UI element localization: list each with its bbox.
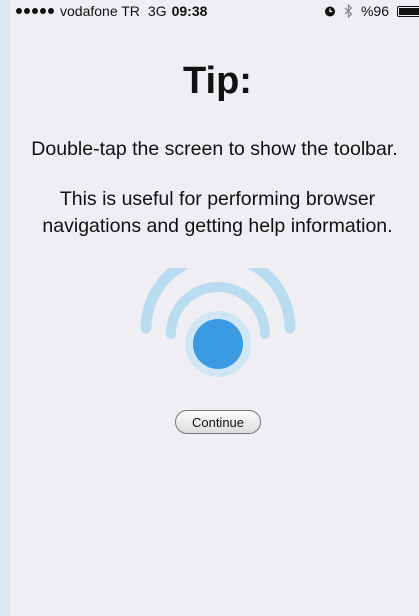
tip-instruction: Double-tap the screen to show the toolba… bbox=[31, 138, 398, 160]
signal-strength-icon bbox=[16, 8, 54, 14]
status-bar: vodafone TR 3G 09:38 %96 bbox=[16, 0, 419, 22]
carrier-name: vodafone TR bbox=[60, 3, 140, 19]
battery-percent: %96 bbox=[360, 3, 389, 19]
alarm-icon bbox=[324, 6, 335, 17]
continue-button[interactable]: Continue bbox=[175, 410, 261, 434]
network-type: 3G bbox=[147, 3, 167, 19]
left-edge-strip bbox=[0, 0, 10, 616]
status-right: %96 bbox=[324, 0, 419, 22]
clock: 09:38 bbox=[171, 3, 208, 19]
tip-title: Tip: bbox=[183, 60, 252, 102]
double-tap-icon bbox=[140, 268, 296, 377]
tip-description: This is useful for performing browser na… bbox=[42, 188, 393, 237]
bluetooth-icon bbox=[344, 4, 353, 18]
battery-icon bbox=[397, 5, 419, 17]
